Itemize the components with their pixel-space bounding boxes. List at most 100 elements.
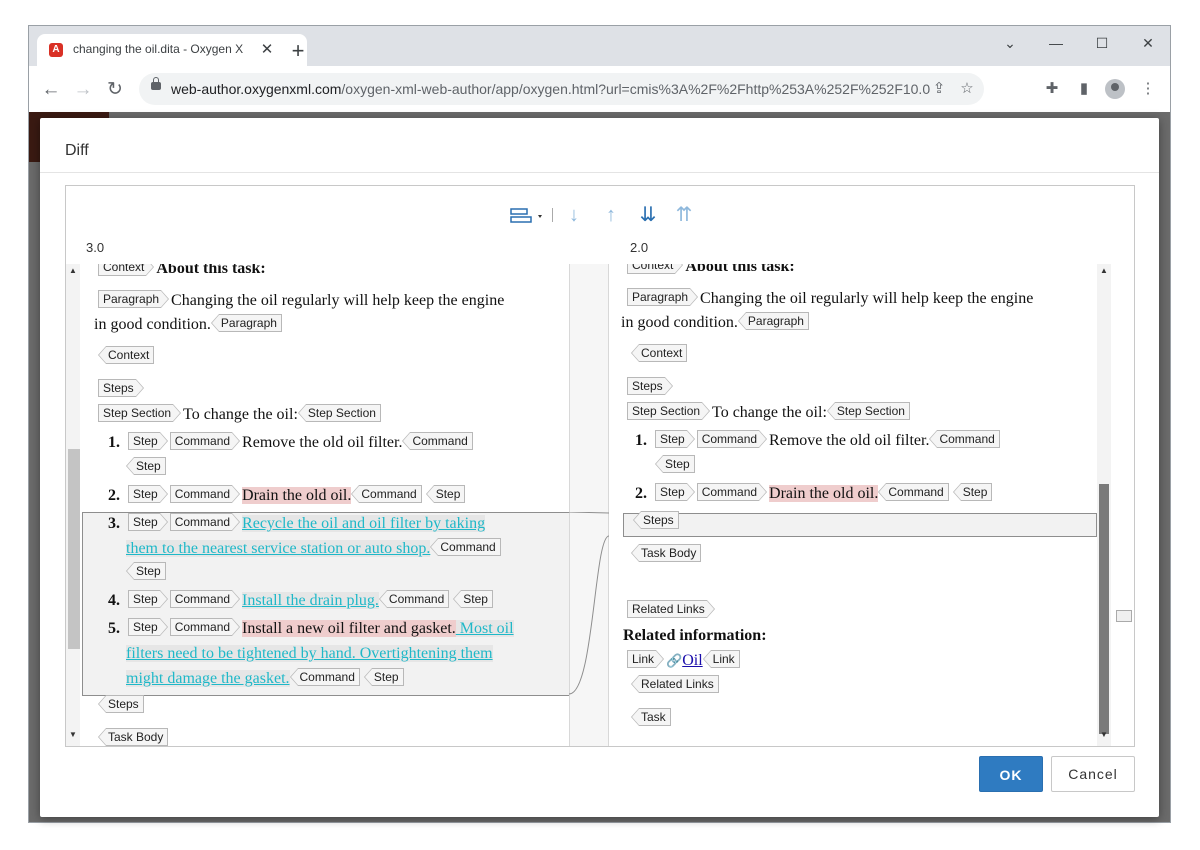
tag-paragraph[interactable]: Paragraph [98,290,170,308]
forward-icon[interactable]: → [71,78,95,102]
right-stepsection-line: Step Section To change the oil: Step Secti… [627,402,914,424]
tag-task-body-end[interactable]: Task Body [630,544,702,562]
right-scrollbar[interactable]: ▲ ▼ [1097,264,1111,746]
left-scrollbar[interactable]: ▲ ▼ [66,264,80,746]
tag-paragraph-end[interactable]: Paragraph [737,312,809,330]
para-text: Changing the oil regularly will help kee… [700,290,1034,307]
tag-steps-end[interactable]: Steps [633,511,679,529]
tag-command-end[interactable]: Command [929,430,1000,448]
tag-command[interactable]: Command [169,618,241,636]
layout-icon[interactable] [510,206,546,226]
profile-icon[interactable] [1105,79,1125,99]
tag-context-end[interactable]: Context [630,344,688,362]
previous-change-icon[interactable]: ↑ [598,204,624,226]
lock-icon[interactable] [151,77,161,90]
tag-command[interactable]: Command [169,485,241,503]
left-scroll-thumb[interactable] [68,449,80,649]
tag-step-section-end[interactable]: Step Section [297,404,381,422]
tag-related-links-end[interactable]: Related Links [631,675,719,693]
tag-command-end[interactable]: Command [351,485,422,503]
close-window-button[interactable]: ✕ [1133,32,1163,54]
url-host: web-author.oxygenxml.com [171,81,342,97]
tag-task-end[interactable]: Task [631,708,671,726]
first-change-icon[interactable]: ⇈ [671,204,697,226]
tag-step[interactable]: Step [128,432,168,450]
menu-icon[interactable]: ⋮ [1137,78,1159,100]
tab-close-icon[interactable]: ✕ [257,40,277,60]
tag-step[interactable]: Step [128,590,168,608]
tag-context-end[interactable]: Context [97,346,155,364]
tag-steps[interactable]: Steps [98,379,144,397]
reload-icon[interactable]: ↻ [103,78,127,102]
change-highlight-right [623,513,1097,537]
tag-related-links[interactable]: Related Links [627,600,715,618]
tag-command[interactable]: Command [696,483,768,501]
tag-command-end[interactable]: Command [878,483,949,501]
tag-command[interactable]: Command [169,513,241,531]
left-pane: Context About this task: Paragraph Changin… [80,264,569,746]
inserted-text: Most oil [455,620,514,637]
minimize-button[interactable]: — [1041,32,1071,54]
tag-command-end[interactable]: Command [430,538,501,556]
tag-step-end[interactable]: Step [425,485,466,503]
tag-command-end[interactable]: Command [402,432,473,450]
tag-step-section[interactable]: Step Section [98,404,182,422]
tag-step[interactable]: Step [128,485,168,503]
tag-command[interactable]: Command [169,432,241,450]
new-tab-button[interactable]: + [287,40,309,62]
back-icon[interactable]: ← [39,78,63,102]
tag-paragraph[interactable]: Paragraph [627,288,699,306]
tag-step-end[interactable]: Step [126,457,166,475]
tag-step[interactable]: Step [128,513,168,531]
tag-step-end[interactable]: Step [655,455,695,473]
share-icon[interactable]: ⇪ [929,79,949,99]
url-text[interactable]: web-author.oxygenxml.com/oxygen-xml-web-… [171,81,931,99]
extensions-icon[interactable]: ✚ [1041,78,1063,100]
last-change-icon[interactable]: ⇊ [635,204,661,226]
tag-step-end[interactable]: Step [363,668,404,686]
tag-task-body-end[interactable]: Task Body [97,728,169,746]
tag-command-end[interactable]: Command [289,668,360,686]
scroll-up-icon[interactable]: ▲ [1097,264,1111,278]
cancel-button[interactable]: Cancel [1051,756,1135,792]
overview-marker[interactable] [1116,610,1132,622]
tag-step-end[interactable]: Step [126,562,166,580]
step1-text: Remove the old oil filter. [769,432,930,449]
right-step2-line: 2. Step Command Drain the old oil. Command St… [635,483,996,505]
tag-steps-end[interactable]: Steps [98,695,144,713]
tag-step[interactable]: Step [128,618,168,636]
next-change-icon[interactable]: ↓ [561,204,587,226]
oil-link[interactable]: Oil [682,652,702,669]
tag-command[interactable]: Command [696,430,768,448]
scroll-up-icon[interactable]: ▲ [66,264,80,278]
star-icon[interactable]: ☆ [957,79,977,99]
step1-text: Remove the old oil filter. [242,434,403,451]
tag-step-section[interactable]: Step Section [627,402,711,420]
browser-tab[interactable]: A changing the oil.dita - Oxygen X ✕ [37,34,307,66]
ok-button[interactable]: OK [979,756,1043,792]
scroll-down-icon[interactable]: ▼ [1097,728,1111,742]
left-stepsection-line: Step Section To change the oil: Step Secti… [98,404,385,426]
maximize-button[interactable]: ☐ [1087,32,1117,54]
tag-link[interactable]: Link [627,650,665,668]
right-related-links-end-line: Related Links [631,675,723,697]
tag-step-end[interactable]: Step [453,590,493,608]
right-steps-end-line: Steps [633,511,683,533]
tag-step-section-end[interactable]: Step Section [826,402,910,420]
tag-step[interactable]: Step [655,430,695,448]
tag-link-end[interactable]: Link [702,650,740,668]
tag-command[interactable]: Command [169,590,241,608]
left-step3-line: 3. Step Command Recycle the oil and oil fil… [108,513,486,535]
tag-context[interactable]: Context [627,264,684,274]
tag-step[interactable]: Step [655,483,695,501]
tag-command-end[interactable]: Command [378,590,450,608]
tag-steps[interactable]: Steps [627,377,673,395]
tab-search-icon[interactable]: ⌄ [995,32,1025,54]
tag-paragraph-end[interactable]: Paragraph [210,314,282,332]
tag-context[interactable]: Context [98,264,155,276]
address-bar[interactable]: web-author.oxygenxml.com/oxygen-xml-web-… [139,73,984,105]
scroll-down-icon[interactable]: ▼ [66,728,80,742]
tag-step-end[interactable]: Step [952,483,993,501]
side-panel-icon[interactable]: ▮ [1073,78,1095,100]
right-scroll-thumb[interactable] [1099,484,1109,734]
